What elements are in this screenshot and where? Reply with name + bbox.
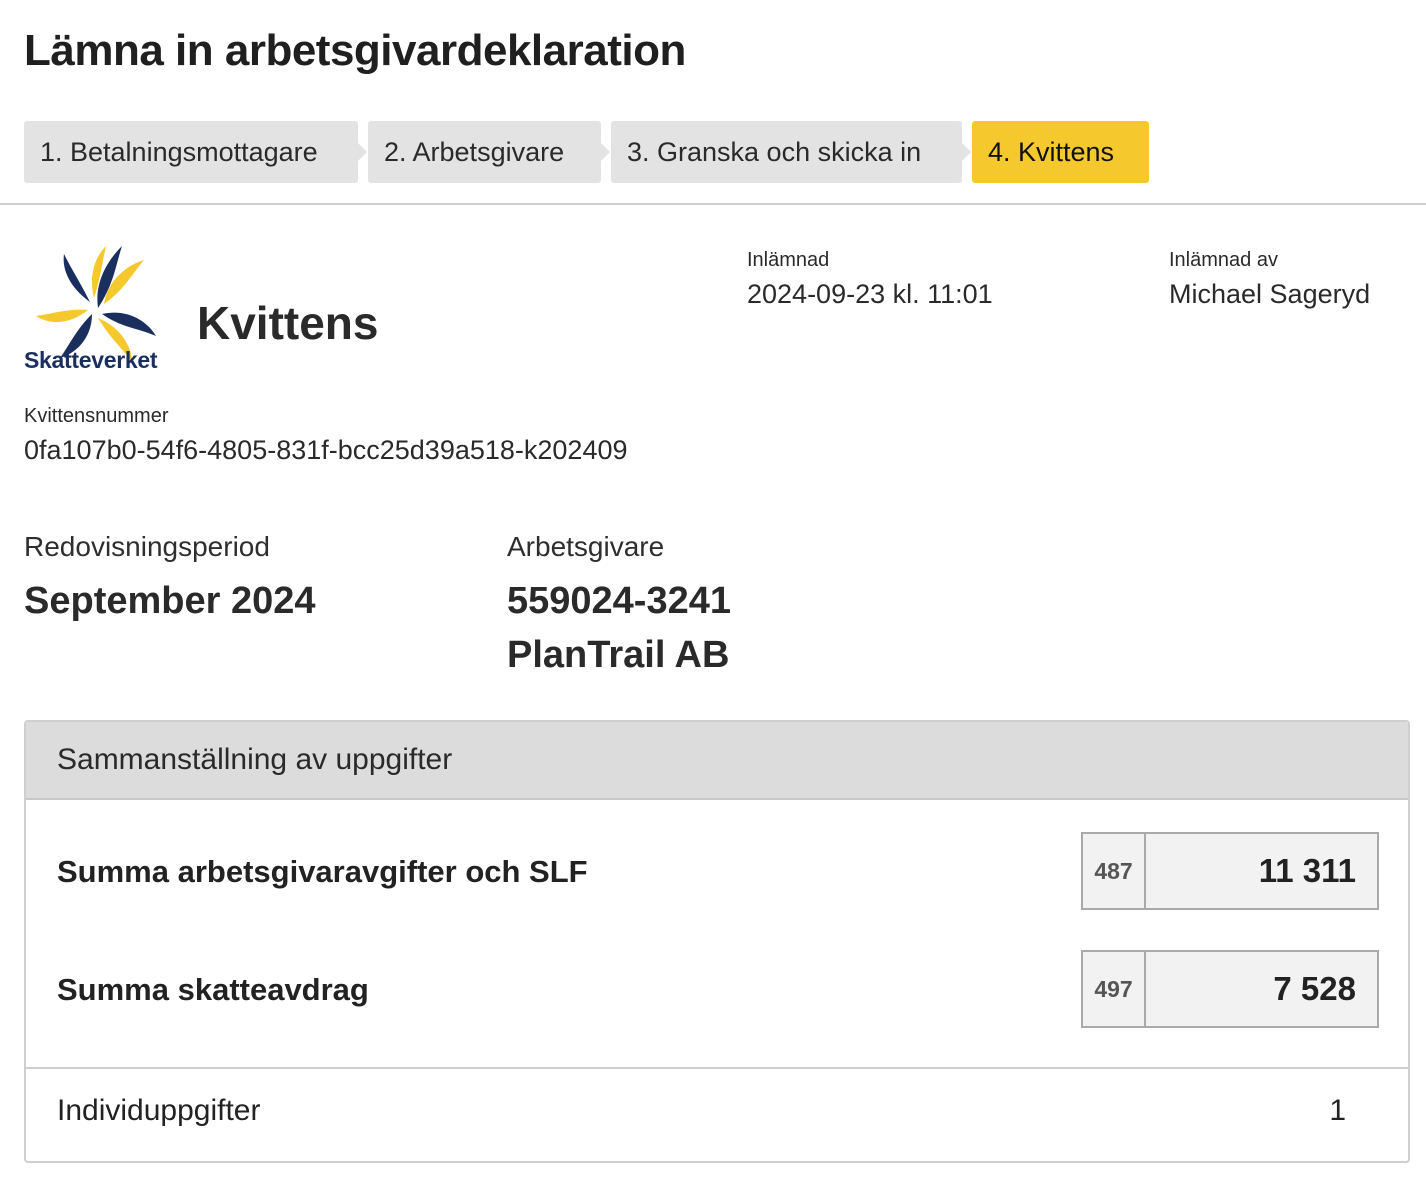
step-label: 4. Kvittens <box>988 136 1115 167</box>
submitted-by-label: Inlämnad av <box>1169 249 1278 271</box>
step-label: 2. Arbetsgivare <box>384 136 565 167</box>
step-arrow-icon <box>601 143 610 161</box>
step-label: 3. Granska och skicka in <box>627 136 922 167</box>
receipt-number-value: 0fa107b0-54f6-4805-831f-bcc25d39a518-k20… <box>24 435 628 465</box>
period-value: September 2024 <box>24 580 316 622</box>
step-label: 1. Betalningsmottagare <box>40 136 318 167</box>
submitted-date: 2024-09-23 kl. 11:01 <box>747 279 993 309</box>
step-betalningsmottagare[interactable]: 1. Betalningsmottagare <box>24 121 367 183</box>
employer-fees-field: 487 11 311 <box>1081 832 1379 910</box>
summary-divider <box>26 1067 1408 1069</box>
employer-name: PlanTrail AB <box>507 634 730 676</box>
individual-data-label: Individuppgifter <box>57 1094 261 1127</box>
summary-header: Sammanställning av uppgifter <box>26 722 1408 800</box>
step-granska[interactable]: 3. Granska och skicka in <box>611 121 971 183</box>
employer-fees-value: 11 311 <box>1258 852 1356 889</box>
field-code-487: 487 <box>1083 834 1146 908</box>
step-arbetsgivare[interactable]: 2. Arbetsgivare <box>368 121 610 183</box>
page-title: Lämna in arbetsgivardeklaration <box>24 26 686 75</box>
summary-panel: Sammanställning av uppgifter Summa arbet… <box>24 720 1410 1163</box>
step-arrow-icon <box>962 143 971 161</box>
logo-text: Skatteverket <box>24 347 158 373</box>
period-label: Redovisningsperiod <box>24 531 270 562</box>
employer-org-number: 559024-3241 <box>507 580 731 622</box>
header-divider <box>0 203 1426 205</box>
receipt-heading: Kvittens <box>197 297 379 349</box>
tax-deduction-value: 7 528 <box>1273 970 1356 1007</box>
field-code-497: 497 <box>1083 952 1146 1026</box>
submitted-label: Inlämnad <box>747 249 830 271</box>
employer-fees-label: Summa arbetsgivaravgifter och SLF <box>57 854 588 889</box>
receipt-number-label: Kvittensnummer <box>24 405 169 427</box>
submitted-by-value: Michael Sageryd <box>1169 279 1371 309</box>
tax-deduction-field: 497 7 528 <box>1081 950 1379 1028</box>
tax-deduction-label: Summa skatteavdrag <box>57 972 369 1007</box>
step-arrow-icon <box>358 143 367 161</box>
progress-stepper: 1. Betalningsmottagare 2. Arbetsgivare 3… <box>24 121 1159 183</box>
employer-label: Arbetsgivare <box>507 531 665 562</box>
individual-data-count: 1 <box>1329 1094 1346 1127</box>
step-kvittens-active[interactable]: 4. Kvittens <box>972 121 1149 183</box>
